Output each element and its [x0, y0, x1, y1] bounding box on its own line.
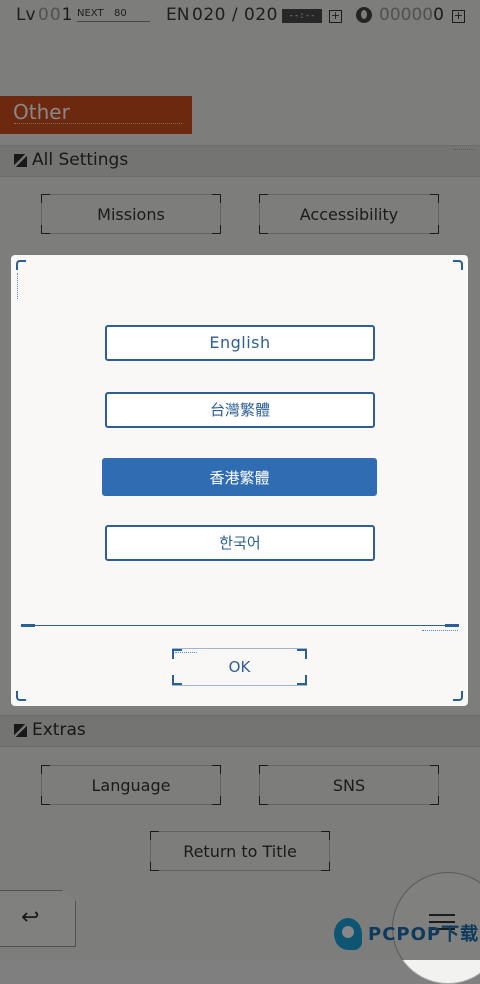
divider-decoration: [422, 630, 458, 635]
language-option-english[interactable]: English: [105, 325, 375, 361]
language-option-korean[interactable]: 한국어: [105, 525, 375, 561]
ok-button[interactable]: OK: [172, 648, 307, 686]
language-dialog: English 台灣繁體 香港繁體 한국어 OK: [11, 255, 468, 706]
ok-button-frame: [172, 648, 307, 686]
dialog-decoration: [17, 273, 19, 299]
dialog-divider: [21, 624, 459, 627]
language-option-traditional-hongkong[interactable]: 香港繁體: [102, 458, 377, 496]
language-option-traditional-taiwan[interactable]: 台灣繁體: [105, 392, 375, 428]
